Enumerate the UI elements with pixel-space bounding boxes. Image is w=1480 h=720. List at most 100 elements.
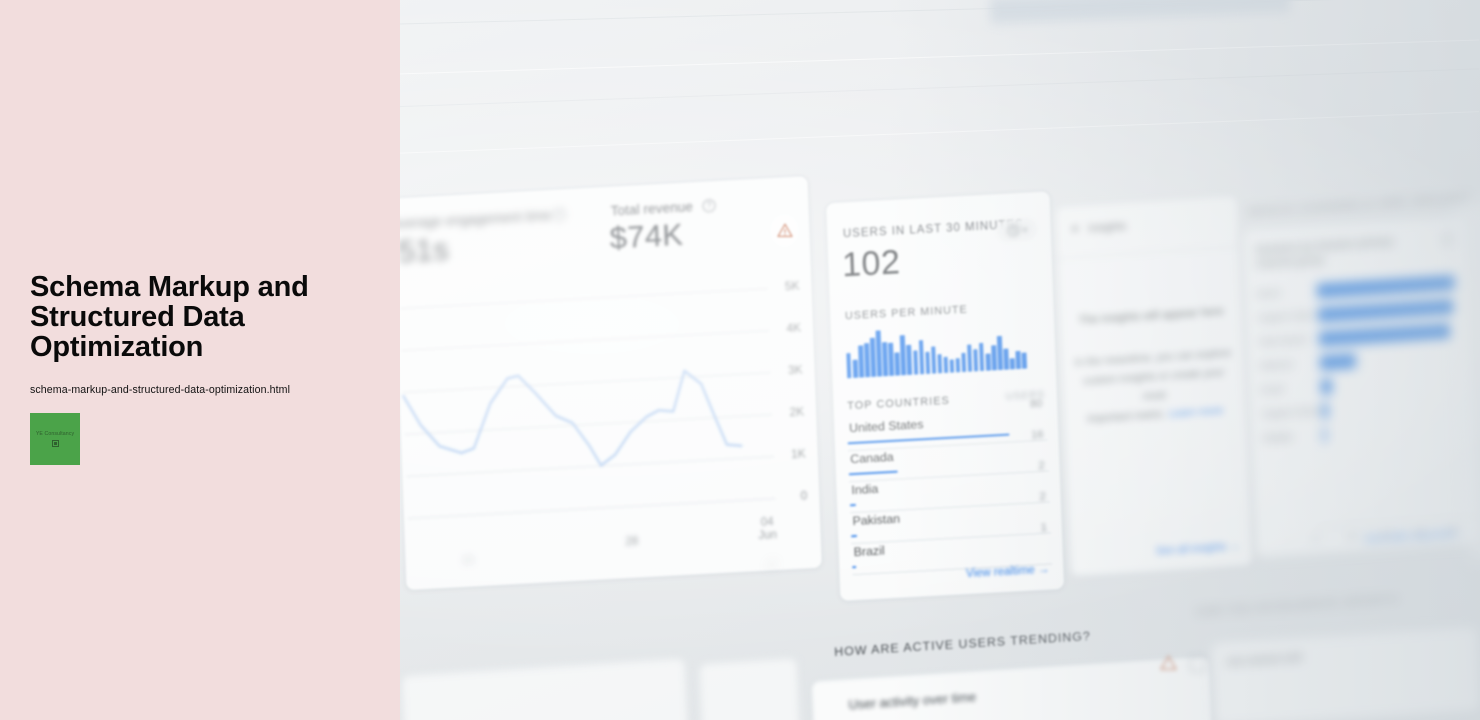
sessions-by-channel-chart: Direct Organic Search Paid Search Referral E…	[1256, 274, 1468, 515]
chart-expand-icon[interactable]: ↗	[766, 558, 780, 572]
total-revenue-value: $74K	[609, 216, 684, 256]
sparkle-icon: ✦	[1070, 223, 1080, 236]
users-per-minute-bar	[864, 343, 870, 378]
growth-card: Get started with	[1210, 625, 1480, 720]
filename-label: schema-markup-and-structured-data-optimi…	[30, 384, 291, 396]
y-tick-label: 3K	[787, 362, 803, 378]
y-tick-label: 5K	[784, 278, 800, 294]
view-realtime-label: View realtime	[965, 564, 1035, 581]
users-per-minute-bar	[1021, 352, 1027, 369]
users-per-minute-bar	[996, 335, 1003, 371]
channel-label: Display	[1262, 431, 1293, 444]
top-country-bar	[852, 565, 857, 569]
user-activity-title: User activity over time	[848, 689, 977, 713]
y-tick-label: 4K	[786, 320, 802, 336]
warning-triangle-icon	[1160, 655, 1177, 670]
users-per-minute-bar	[1015, 350, 1021, 370]
users-per-minute-bar	[870, 337, 876, 377]
users-per-minute-bar	[930, 346, 937, 374]
arrow-right-icon: →	[1037, 563, 1050, 577]
users-per-minute-bar	[955, 357, 961, 373]
realtime-timeframe-pill[interactable]: ▾	[996, 217, 1038, 242]
insights-body-line-3-text: important metric.	[1087, 408, 1167, 426]
window-chrome-bar	[989, 0, 1291, 24]
channel-bar-row: Organic Social	[1262, 395, 1464, 424]
title-overlay-panel: Schema Markup and Structured Data Optimi…	[0, 0, 400, 720]
help-circle-icon[interactable]: ?	[702, 198, 716, 213]
top-countries-list: United States 80 Canada 16 India 2 Pakistan 2 Br…	[826, 191, 1053, 576]
engagement-time-label: Average engagement time	[390, 207, 552, 232]
top-country-bar	[848, 470, 898, 476]
warning-triangle-icon	[776, 223, 793, 237]
top-country-users: 2	[1038, 459, 1045, 473]
users-per-minute-bar	[961, 352, 967, 373]
insights-body: In the meantime, you can explore custom …	[1070, 344, 1239, 430]
active-users-trending-heading: HOW ARE ACTIVE USERS TRENDING?	[833, 628, 1092, 660]
channel-label: Referral	[1259, 359, 1293, 372]
see-all-insights-link[interactable]: See all insights →	[1156, 540, 1240, 557]
see-all-insights-label: See all insights	[1155, 540, 1227, 558]
total-revenue-label: Total revenue	[610, 199, 694, 219]
users-per-minute-bar	[888, 343, 895, 376]
users-per-minute-bar	[979, 343, 985, 372]
y-tick-label: 0	[800, 488, 808, 503]
insights-learn-more-link[interactable]: Learn more	[1169, 405, 1224, 420]
logo-text: YE Consultancy	[35, 431, 75, 437]
user-activity-alert-badge[interactable]	[1160, 655, 1184, 677]
bottom-left-card	[400, 657, 690, 720]
bottom-left-card-2	[698, 656, 802, 720]
x-tick-label: 21	[461, 554, 476, 568]
users-per-minute-bar	[894, 352, 901, 376]
users-per-minute-bar	[991, 345, 997, 371]
users-per-minute-bar	[846, 353, 852, 379]
sessions-by-channel-title: Sessions by Session primary channel grou…	[1254, 235, 1394, 271]
user-activity-menu-icon[interactable]	[1190, 656, 1206, 672]
channel-bar	[1322, 427, 1327, 443]
users-per-minute-bar	[924, 351, 931, 375]
channel-label: Direct	[1256, 287, 1281, 300]
users-per-minute-bar	[858, 345, 864, 378]
channel-bar-row: Referral	[1260, 347, 1462, 376]
top-country-users: 1	[1040, 521, 1048, 534]
users-per-minute-bar	[912, 350, 919, 375]
users-per-minute-bar	[918, 339, 925, 375]
users-per-minute-bar	[985, 353, 991, 371]
top-country-name: Pakistan	[852, 511, 901, 529]
channel-label: Paid Search	[1258, 334, 1309, 348]
channel-bar	[1318, 323, 1451, 347]
help-circle-icon[interactable]: ?	[552, 208, 567, 222]
view-traffic-acquisition-link[interactable]: View traffic acquisition →	[1363, 527, 1469, 545]
users-per-minute-bar	[875, 330, 882, 377]
channel-bar-row: Email	[1261, 371, 1463, 400]
growth-card-title: Get started with	[1226, 651, 1304, 669]
channel-label: Organic Social	[1261, 405, 1319, 420]
users-per-minute-bar	[906, 345, 913, 375]
channel-bar	[1320, 378, 1333, 395]
users-per-minute-bar	[1003, 348, 1009, 370]
users-last-30-min-value: 102	[841, 243, 901, 285]
top-country-name: India	[851, 481, 879, 498]
users-per-minute-chart	[846, 323, 1027, 379]
page-title: Schema Markup and Structured Data Optimi…	[30, 271, 309, 363]
sessions-by-channel-card: Sessions by Session primary channel grou…	[1241, 215, 1480, 559]
channel-bar	[1317, 298, 1456, 323]
x-tick-label: 04 Jun	[758, 516, 778, 543]
users-per-minute-label: USERS PER MINUTE	[844, 303, 968, 323]
logo-badge[interactable]: YE Consultancy	[30, 413, 80, 465]
insights-tab-bar[interactable]	[1055, 195, 1240, 259]
view-traffic-acquisition-label: View traffic acquisition	[1363, 528, 1458, 546]
insights-title: The insights will appear here	[1078, 305, 1224, 327]
x-tick-label: 28	[625, 535, 639, 549]
channel-bar-row: Organic Search	[1258, 298, 1460, 328]
channel-label: Email	[1260, 383, 1284, 396]
channel-bar	[1321, 403, 1328, 419]
users-per-minute-bar	[937, 353, 943, 374]
channel-bar	[1316, 274, 1458, 299]
channel-bar-row: Display	[1263, 419, 1465, 448]
users-per-minute-bar	[1009, 358, 1015, 370]
revenue-warning-badge[interactable]	[770, 214, 799, 247]
revenue-line-path	[402, 369, 743, 467]
top-country-name: United States	[848, 417, 924, 436]
top-country-bar	[851, 534, 858, 538]
top-country-users: 80	[1029, 397, 1043, 411]
